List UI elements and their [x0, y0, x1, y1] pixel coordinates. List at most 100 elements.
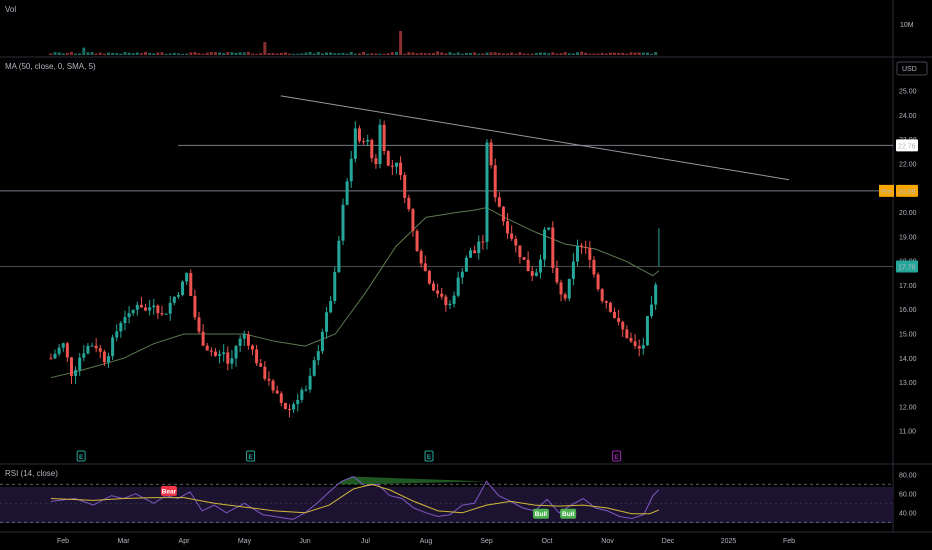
candle-body — [501, 206, 505, 222]
volume-bar — [176, 53, 180, 55]
candle-body — [514, 238, 518, 246]
candle-body — [543, 229, 547, 260]
volume-bar — [90, 52, 94, 55]
candle-body — [218, 354, 222, 356]
candle-body — [320, 331, 324, 352]
candle-body — [567, 278, 571, 299]
candle-body — [345, 181, 349, 205]
time-axis-tick: Sep — [480, 538, 493, 545]
candle-body — [374, 158, 378, 165]
volume-bar — [526, 53, 530, 55]
candle-body — [111, 337, 115, 357]
volume-bar — [230, 52, 234, 55]
time-axis-tick: Jun — [299, 538, 310, 545]
volume-bar — [477, 53, 481, 55]
volume-bar — [213, 52, 217, 55]
candle-body — [279, 393, 283, 403]
price-marker-label: 17.78 — [898, 264, 916, 271]
candle-body — [172, 296, 176, 303]
volume-bar — [292, 53, 296, 55]
candle-body — [423, 263, 427, 271]
volume-bar — [382, 53, 386, 55]
rsi-band-fill — [0, 487, 893, 523]
candle-body — [263, 366, 267, 379]
volume-bar — [308, 51, 312, 55]
volume-bar — [378, 53, 382, 55]
candle-body — [325, 312, 329, 332]
candle-body — [205, 345, 209, 351]
volume-bar — [366, 53, 370, 55]
candle-body — [57, 347, 61, 354]
candle-body — [222, 352, 226, 355]
volume-bar — [629, 52, 633, 55]
volume-bar — [255, 53, 259, 55]
time-axis-tick: Feb — [57, 538, 69, 545]
candle-body — [308, 375, 312, 390]
rsi-divergence-label: Bull — [535, 511, 547, 518]
volume-bar — [580, 51, 584, 55]
volume-bar — [456, 52, 460, 55]
candle-body — [460, 271, 464, 278]
candle-body — [444, 296, 448, 306]
candle-body — [399, 162, 403, 176]
candle-body — [69, 357, 73, 376]
volume-bar — [160, 52, 164, 55]
time-axis-tick: Oct — [542, 538, 553, 545]
volume-bar — [197, 53, 201, 55]
volume-bar — [144, 51, 148, 55]
candle-body — [382, 124, 386, 152]
volume-bar — [279, 52, 283, 55]
rsi-axis-tick: 80.00 — [899, 472, 917, 479]
volume-bar — [650, 53, 654, 55]
candle-body — [477, 241, 481, 254]
candle-body — [575, 245, 579, 262]
volume-bar — [563, 52, 567, 55]
volume-bar — [452, 53, 456, 55]
volume-bar — [440, 52, 444, 55]
volume-bar — [320, 53, 324, 55]
volume-bar — [164, 53, 168, 55]
volume-bar — [325, 52, 329, 55]
volume-bar — [485, 52, 489, 55]
volume-label: Vol — [5, 5, 16, 14]
volume-bar — [547, 53, 551, 55]
volume-bar — [61, 53, 65, 55]
volume-bar — [510, 52, 514, 55]
candle-body — [530, 271, 534, 276]
volume-bar — [617, 52, 621, 55]
volume-bar — [106, 52, 110, 55]
trendline[interactable] — [280, 95, 790, 181]
volume-bar — [53, 52, 57, 55]
candle-body — [366, 139, 370, 142]
candle-body — [415, 230, 419, 252]
candle-body — [189, 273, 193, 297]
volume-bar — [201, 53, 205, 55]
candle-body — [65, 343, 69, 358]
volume-bar — [250, 53, 254, 55]
candle-body — [481, 241, 485, 243]
candle-body — [588, 248, 592, 260]
volume-bar — [316, 51, 320, 55]
candle-body — [456, 277, 460, 296]
volume-bar — [205, 52, 209, 55]
time-axis-tick: Jul — [361, 538, 370, 545]
ma-50-line — [50, 207, 660, 379]
volume-bar — [489, 52, 493, 55]
volume-bar — [74, 53, 78, 55]
volume-bar — [403, 53, 407, 55]
volume-bar — [353, 53, 357, 55]
volume-bar — [481, 53, 485, 55]
time-axis-tick: Dec — [662, 538, 675, 545]
volume-bar — [271, 53, 275, 55]
candle-body — [580, 245, 584, 248]
price-marker-label: 20.89 — [898, 189, 916, 196]
candle-body — [493, 165, 497, 198]
candle-body — [127, 313, 131, 318]
descending-trendline[interactable] — [280, 95, 790, 181]
candle-body — [213, 351, 217, 356]
candle-body — [452, 295, 456, 304]
candle-body — [78, 357, 82, 371]
candle-body — [353, 128, 357, 159]
candle-body — [489, 142, 493, 166]
candle-body — [592, 259, 596, 275]
